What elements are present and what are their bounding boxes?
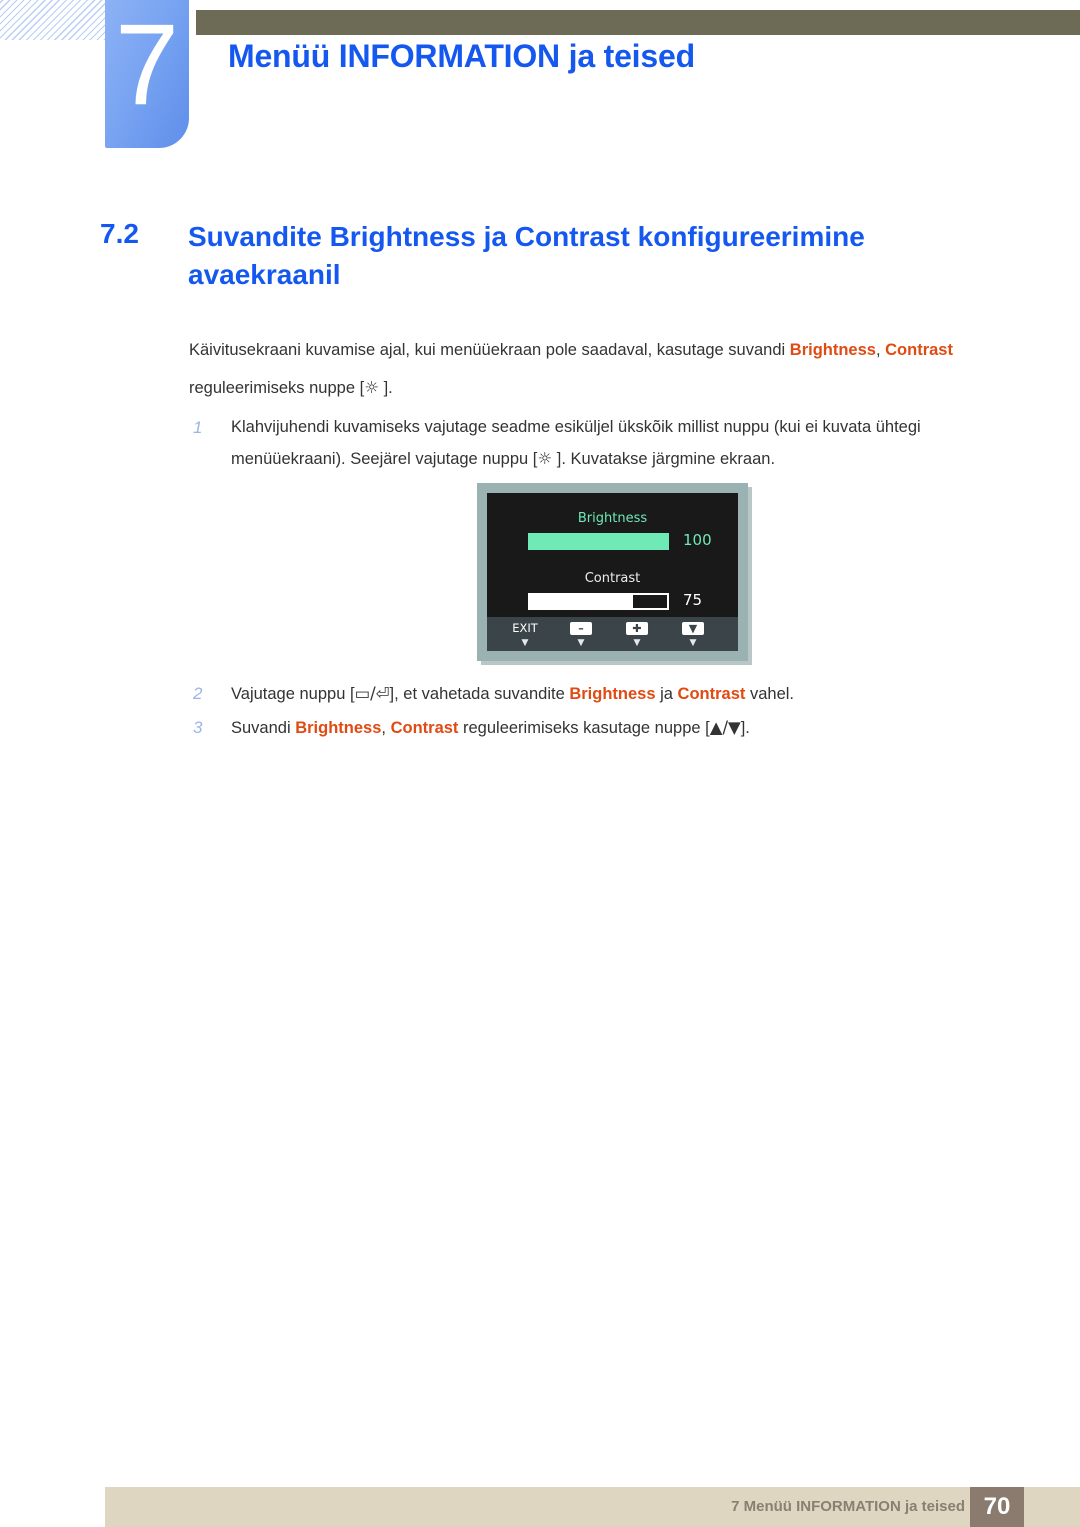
- list-item: 1 Klahvijuhendi kuvamiseks vajutage seadm…: [189, 412, 989, 475]
- step2-text-3: ja: [655, 685, 678, 703]
- page-header: 7 Menüü INFORMATION ja teised: [0, 0, 1080, 175]
- decorative-stripes: [0, 0, 105, 40]
- osd-contrast-bar[interactable]: [528, 593, 669, 610]
- brightness-sun-icon: ☼: [537, 449, 553, 468]
- steps-list: 1 Klahvijuhendi kuvamiseks vajutage seadm…: [189, 412, 989, 481]
- term-contrast: Contrast: [677, 685, 746, 703]
- osd-frame: Brightness 100 Contrast 75 EXIT ▼ – ▼ ✚ …: [477, 483, 748, 661]
- chapter-title: Menüü INFORMATION ja teised: [228, 38, 695, 74]
- step2-text-4: vahel.: [745, 685, 795, 703]
- section-title: Suvandite Brightness ja Contrast konfigu…: [188, 221, 865, 290]
- list-item: 3 Suvandi Brightness, Contrast reguleerim…: [189, 712, 1031, 744]
- osd-button-minus[interactable]: – ▼: [553, 621, 609, 648]
- intro-text-3: ].: [378, 379, 393, 397]
- osd-button-bar: EXIT ▼ – ▼ ✚ ▼ ▼ ▼: [487, 617, 738, 651]
- minus-icon: –: [570, 622, 592, 635]
- osd-contrast-label: Contrast: [584, 571, 641, 586]
- header-olive-bar: [196, 10, 1080, 35]
- osd-button-marker: ▼: [633, 638, 641, 648]
- list-item-number: 3: [193, 718, 203, 737]
- osd-brightness-row: 100: [487, 531, 738, 551]
- step3-text-2: ,: [381, 719, 391, 737]
- up-arrow-icon: ▲: [709, 718, 723, 737]
- brightness-sun-icon: ☼: [364, 378, 379, 397]
- enter-button-icon: ⏎: [375, 684, 390, 703]
- osd-button-exit[interactable]: EXIT ▼: [497, 621, 553, 648]
- list-item-number: 1: [193, 418, 203, 437]
- osd-contrast-value: 75: [683, 591, 703, 609]
- osd-screen: Brightness 100 Contrast 75 EXIT ▼ – ▼ ✚ …: [487, 493, 738, 651]
- chapter-number-block: 7: [105, 0, 189, 148]
- page-footer: 7 Menüü INFORMATION ja teised 70: [105, 1487, 1080, 1527]
- intro-comma: ,: [875, 341, 886, 359]
- section-number: 7.2: [100, 218, 139, 249]
- osd-brightness-bar[interactable]: [528, 533, 669, 550]
- chevron-down-icon: ▼: [682, 622, 704, 635]
- osd-button-plus[interactable]: ✚ ▼: [609, 621, 665, 648]
- step2-text-2: ], et vahetada suvandite: [389, 685, 570, 703]
- osd-contrast-row: 75: [487, 591, 738, 611]
- term-brightness: Brightness: [789, 341, 876, 359]
- osd-button-marker: ▼: [689, 638, 697, 648]
- osd-button-minus-face: –: [553, 621, 609, 636]
- source-button-icon: ▭: [354, 684, 371, 703]
- step3-text-3: reguleerimiseks kasutage nuppe [: [458, 719, 710, 737]
- page-number: 70: [970, 1487, 1024, 1527]
- osd-button-marker: ▼: [577, 638, 585, 648]
- term-brightness: Brightness: [295, 719, 382, 737]
- osd-button-marker: ▼: [521, 638, 529, 648]
- osd-button-down-face: ▼: [665, 621, 721, 636]
- footer-chapter-label: 7 Menüü INFORMATION ja teised: [731, 1498, 965, 1515]
- term-contrast: Contrast: [390, 719, 459, 737]
- term-contrast: Contrast: [885, 341, 953, 359]
- osd-contrast-fill: [530, 595, 633, 608]
- intro-text-1: Käivitusekraani kuvamise ajal, kui menüü…: [189, 341, 790, 359]
- list-item: 2 Vajutage nuppu [▭/⏎], et vahetada suvan…: [189, 678, 1031, 710]
- intro-paragraph: Käivitusekraani kuvamise ajal, kui menüü…: [189, 332, 1009, 407]
- osd-brightness-label: Brightness: [577, 511, 648, 526]
- osd-brightness-value: 100: [683, 531, 712, 549]
- intro-text-2: reguleerimiseks nuppe [: [189, 379, 365, 397]
- plus-icon: ✚: [626, 622, 648, 635]
- step3-text-4: ].: [740, 719, 750, 737]
- list-item-number: 2: [193, 684, 203, 703]
- osd-screenshot: Brightness 100 Contrast 75 EXIT ▼ – ▼ ✚ …: [477, 483, 752, 665]
- osd-button-exit-label: EXIT: [512, 621, 538, 635]
- step2-text-1: Vajutage nuppu [: [231, 685, 355, 703]
- osd-button-down[interactable]: ▼ ▼: [665, 621, 721, 648]
- osd-button-plus-face: ✚: [609, 621, 665, 636]
- down-arrow-icon: ▼: [728, 718, 741, 737]
- step3-text-1: Suvandi: [231, 719, 296, 737]
- chapter-number: 7: [115, 1, 179, 129]
- step1-text-2: ]. Kuvatakse järgmine ekraan.: [552, 450, 776, 468]
- term-brightness: Brightness: [569, 685, 656, 703]
